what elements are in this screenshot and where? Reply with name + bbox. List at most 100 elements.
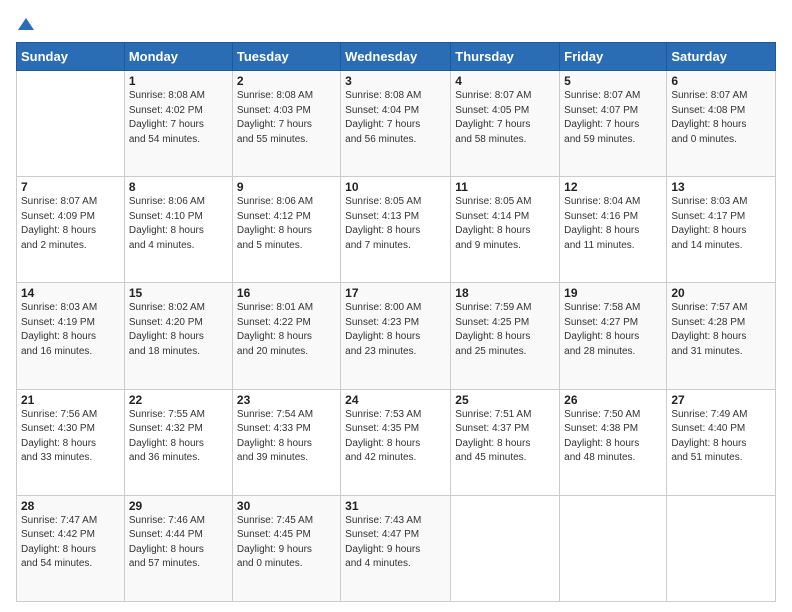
calendar-cell: 23Sunrise: 7:54 AM Sunset: 4:33 PM Dayli… [232,389,340,495]
day-info: Sunrise: 8:07 AM Sunset: 4:05 PM Dayligh… [455,89,555,147]
calendar-cell: 22Sunrise: 7:55 AM Sunset: 4:32 PM Dayli… [124,389,232,495]
day-number: 13 [671,180,771,194]
day-info: Sunrise: 8:03 AM Sunset: 4:17 PM Dayligh… [671,195,771,253]
day-number: 2 [237,74,336,88]
calendar-cell: 19Sunrise: 7:58 AM Sunset: 4:27 PM Dayli… [560,283,667,389]
calendar-cell: 10Sunrise: 8:05 AM Sunset: 4:13 PM Dayli… [341,177,451,283]
calendar-cell: 7Sunrise: 8:07 AM Sunset: 4:09 PM Daylig… [17,177,125,283]
calendar-cell: 12Sunrise: 8:04 AM Sunset: 4:16 PM Dayli… [560,177,667,283]
calendar-cell: 3Sunrise: 8:08 AM Sunset: 4:04 PM Daylig… [341,71,451,177]
day-number: 1 [129,74,228,88]
calendar-cell: 11Sunrise: 8:05 AM Sunset: 4:14 PM Dayli… [451,177,560,283]
day-info: Sunrise: 7:56 AM Sunset: 4:30 PM Dayligh… [21,408,120,466]
day-number: 29 [129,499,228,513]
day-number: 26 [564,393,662,407]
day-number: 18 [455,286,555,300]
calendar-cell: 14Sunrise: 8:03 AM Sunset: 4:19 PM Dayli… [17,283,125,389]
day-number: 30 [237,499,336,513]
day-info: Sunrise: 7:49 AM Sunset: 4:40 PM Dayligh… [671,408,771,466]
day-number: 9 [237,180,336,194]
logo [16,16,34,32]
calendar-week-row: 14Sunrise: 8:03 AM Sunset: 4:19 PM Dayli… [17,283,776,389]
day-number: 4 [455,74,555,88]
day-info: Sunrise: 8:06 AM Sunset: 4:12 PM Dayligh… [237,195,336,253]
calendar-cell: 9Sunrise: 8:06 AM Sunset: 4:12 PM Daylig… [232,177,340,283]
calendar-cell: 30Sunrise: 7:45 AM Sunset: 4:45 PM Dayli… [232,495,340,601]
weekday-header-row: SundayMondayTuesdayWednesdayThursdayFrid… [17,43,776,71]
calendar-cell: 1Sunrise: 8:08 AM Sunset: 4:02 PM Daylig… [124,71,232,177]
weekday-header: Wednesday [341,43,451,71]
day-info: Sunrise: 8:08 AM Sunset: 4:03 PM Dayligh… [237,89,336,147]
calendar-cell: 16Sunrise: 8:01 AM Sunset: 4:22 PM Dayli… [232,283,340,389]
day-number: 8 [129,180,228,194]
calendar-cell: 25Sunrise: 7:51 AM Sunset: 4:37 PM Dayli… [451,389,560,495]
calendar-table: SundayMondayTuesdayWednesdayThursdayFrid… [16,42,776,602]
header [16,16,776,32]
day-info: Sunrise: 7:55 AM Sunset: 4:32 PM Dayligh… [129,408,228,466]
calendar-week-row: 7Sunrise: 8:07 AM Sunset: 4:09 PM Daylig… [17,177,776,283]
day-info: Sunrise: 7:51 AM Sunset: 4:37 PM Dayligh… [455,408,555,466]
page: SundayMondayTuesdayWednesdayThursdayFrid… [0,0,792,612]
day-number: 7 [21,180,120,194]
day-info: Sunrise: 7:50 AM Sunset: 4:38 PM Dayligh… [564,408,662,466]
day-number: 25 [455,393,555,407]
day-info: Sunrise: 8:06 AM Sunset: 4:10 PM Dayligh… [129,195,228,253]
calendar-cell: 20Sunrise: 7:57 AM Sunset: 4:28 PM Dayli… [667,283,776,389]
calendar-cell: 4Sunrise: 8:07 AM Sunset: 4:05 PM Daylig… [451,71,560,177]
day-number: 22 [129,393,228,407]
day-info: Sunrise: 8:03 AM Sunset: 4:19 PM Dayligh… [21,301,120,359]
day-info: Sunrise: 7:45 AM Sunset: 4:45 PM Dayligh… [237,514,336,572]
calendar-cell [451,495,560,601]
day-info: Sunrise: 7:58 AM Sunset: 4:27 PM Dayligh… [564,301,662,359]
day-number: 23 [237,393,336,407]
day-number: 15 [129,286,228,300]
day-number: 20 [671,286,771,300]
day-number: 19 [564,286,662,300]
day-number: 6 [671,74,771,88]
day-info: Sunrise: 7:57 AM Sunset: 4:28 PM Dayligh… [671,301,771,359]
calendar-cell: 28Sunrise: 7:47 AM Sunset: 4:42 PM Dayli… [17,495,125,601]
calendar-cell: 24Sunrise: 7:53 AM Sunset: 4:35 PM Dayli… [341,389,451,495]
day-number: 27 [671,393,771,407]
day-number: 24 [345,393,446,407]
calendar-cell: 21Sunrise: 7:56 AM Sunset: 4:30 PM Dayli… [17,389,125,495]
calendar-cell: 27Sunrise: 7:49 AM Sunset: 4:40 PM Dayli… [667,389,776,495]
weekday-header: Tuesday [232,43,340,71]
calendar-cell [17,71,125,177]
logo-triangle-icon [18,16,34,32]
calendar-cell: 31Sunrise: 7:43 AM Sunset: 4:47 PM Dayli… [341,495,451,601]
weekday-header: Saturday [667,43,776,71]
calendar-week-row: 21Sunrise: 7:56 AM Sunset: 4:30 PM Dayli… [17,389,776,495]
day-number: 3 [345,74,446,88]
calendar-cell: 15Sunrise: 8:02 AM Sunset: 4:20 PM Dayli… [124,283,232,389]
day-info: Sunrise: 8:05 AM Sunset: 4:13 PM Dayligh… [345,195,446,253]
day-info: Sunrise: 8:08 AM Sunset: 4:02 PM Dayligh… [129,89,228,147]
calendar-cell: 13Sunrise: 8:03 AM Sunset: 4:17 PM Dayli… [667,177,776,283]
day-info: Sunrise: 8:04 AM Sunset: 4:16 PM Dayligh… [564,195,662,253]
calendar-cell [667,495,776,601]
day-number: 10 [345,180,446,194]
day-info: Sunrise: 7:59 AM Sunset: 4:25 PM Dayligh… [455,301,555,359]
day-number: 17 [345,286,446,300]
day-info: Sunrise: 7:54 AM Sunset: 4:33 PM Dayligh… [237,408,336,466]
day-number: 14 [21,286,120,300]
day-info: Sunrise: 8:08 AM Sunset: 4:04 PM Dayligh… [345,89,446,147]
calendar-cell: 26Sunrise: 7:50 AM Sunset: 4:38 PM Dayli… [560,389,667,495]
calendar-week-row: 28Sunrise: 7:47 AM Sunset: 4:42 PM Dayli… [17,495,776,601]
day-info: Sunrise: 8:00 AM Sunset: 4:23 PM Dayligh… [345,301,446,359]
calendar-cell: 18Sunrise: 7:59 AM Sunset: 4:25 PM Dayli… [451,283,560,389]
day-number: 12 [564,180,662,194]
day-number: 28 [21,499,120,513]
day-info: Sunrise: 7:53 AM Sunset: 4:35 PM Dayligh… [345,408,446,466]
weekday-header: Sunday [17,43,125,71]
calendar-cell: 6Sunrise: 8:07 AM Sunset: 4:08 PM Daylig… [667,71,776,177]
day-number: 16 [237,286,336,300]
day-info: Sunrise: 8:07 AM Sunset: 4:09 PM Dayligh… [21,195,120,253]
day-info: Sunrise: 8:02 AM Sunset: 4:20 PM Dayligh… [129,301,228,359]
day-number: 21 [21,393,120,407]
weekday-header: Friday [560,43,667,71]
day-info: Sunrise: 7:47 AM Sunset: 4:42 PM Dayligh… [21,514,120,572]
calendar-cell: 8Sunrise: 8:06 AM Sunset: 4:10 PM Daylig… [124,177,232,283]
day-number: 11 [455,180,555,194]
day-number: 5 [564,74,662,88]
